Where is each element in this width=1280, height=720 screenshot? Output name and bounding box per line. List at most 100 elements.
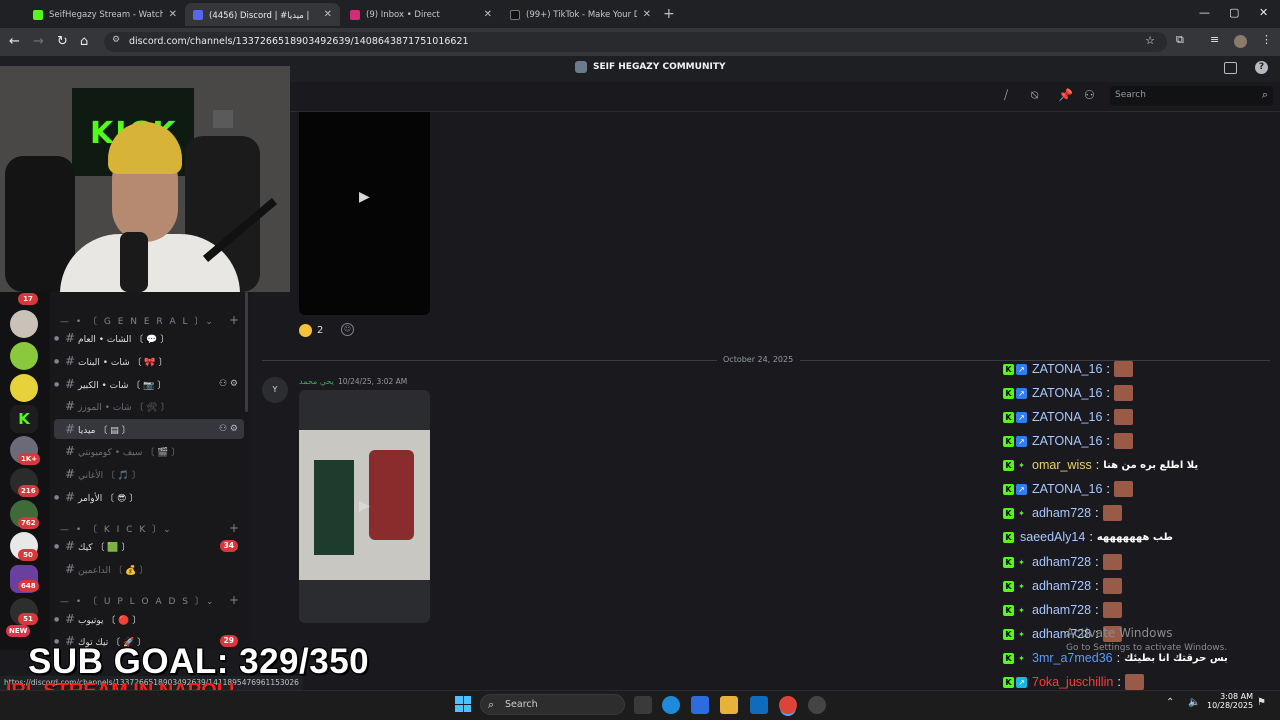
threads-icon[interactable]: ⧸ <box>1004 88 1008 103</box>
rail-badge: 216 <box>18 485 39 497</box>
create-channel-button[interactable]: + <box>229 313 239 327</box>
chat-separator: : <box>1095 603 1099 617</box>
close-icon[interactable]: ✕ <box>484 9 492 20</box>
add-reaction-button[interactable]: ☺ <box>341 323 354 336</box>
media-icon[interactable]: ≡ <box>1210 33 1219 46</box>
taskbar-search[interactable]: ⌕ Search <box>480 694 625 715</box>
server-icon <box>575 61 587 73</box>
emote-icon <box>1113 481 1133 497</box>
emote-icon <box>1113 409 1133 425</box>
channel-item[interactable]: ● # شات • الكبير 〔 📷 〕 ⚇ ⚙ <box>54 374 244 394</box>
profile-avatar[interactable] <box>1234 35 1247 48</box>
message-author[interactable]: يحي محمد <box>299 377 334 386</box>
taskbar-clock[interactable]: 3:08 AM 10/28/2025 <box>1207 692 1253 710</box>
menu-icon[interactable]: ⋮ <box>1261 33 1272 46</box>
hash-icon: # <box>64 539 76 553</box>
channel-item[interactable]: # الأغاني 〔 🎵 〕 <box>54 464 244 484</box>
category-kick[interactable]: — • 〔 K I C K 〕⌄ <box>60 522 173 535</box>
avatar[interactable]: Y <box>262 377 288 403</box>
server-icon[interactable] <box>10 310 38 338</box>
emote-icon <box>1113 385 1133 401</box>
close-window-button[interactable]: ✕ <box>1259 6 1268 19</box>
tab-tiktok[interactable]: (99+) TikTok - Make Your Day ✕ <box>502 3 659 26</box>
tab-discord[interactable]: (4456) Discord | #ميديا | 〔 ▤ 〕 ✕ <box>185 3 340 26</box>
channel-item-selected[interactable]: # ميديا 〔 ▤ 〕 ⚇ ⚙ <box>54 419 244 439</box>
notification-bell-muted-icon[interactable]: ⍉ <box>1031 88 1038 103</box>
extensions-icon[interactable]: ⧉ <box>1176 33 1184 47</box>
outlook-icon[interactable] <box>750 696 768 714</box>
chat-separator: : <box>1106 386 1110 400</box>
channel-item[interactable]: ● # كيك 〔 🟩 〕 34 <box>54 536 244 556</box>
close-icon[interactable]: ✕ <box>324 9 332 20</box>
create-channel-button[interactable]: + <box>229 593 239 607</box>
file-explorer-icon[interactable] <box>720 696 738 714</box>
channel-item[interactable]: ● # يوتيوب 〔 🔴 〕 <box>54 609 244 629</box>
store-icon[interactable] <box>691 696 709 714</box>
tray-overflow-icon[interactable]: ⌃ <box>1166 697 1174 708</box>
channel-item[interactable]: # شات • الموزز 〔 🛠 〕 <box>54 396 244 416</box>
back-icon[interactable]: ← <box>9 34 20 49</box>
video-attachment[interactable] <box>299 112 430 315</box>
chat-username: adham728 <box>1032 555 1092 569</box>
settings-gear-icon[interactable]: ⚇ ⚙ <box>219 379 238 389</box>
rail-badge: 1K+ <box>18 453 41 465</box>
search-input[interactable]: Search ⌕ <box>1110 86 1273 106</box>
new-tab-button[interactable]: + <box>663 6 675 22</box>
kick-badge-icon: K <box>1003 676 1014 688</box>
bullet-icon: ● <box>54 493 60 501</box>
obs-icon[interactable] <box>808 696 826 714</box>
chrome-icon[interactable] <box>779 696 797 714</box>
members-icon[interactable]: ⚇ <box>1084 88 1095 102</box>
channel-item[interactable]: ● # شات • البنات 〔 🎀 〕 <box>54 351 244 371</box>
server-icon[interactable] <box>10 374 38 402</box>
webcam-overlay: KICK <box>0 66 290 292</box>
maximize-button[interactable]: ▢ <box>1229 6 1239 19</box>
channel-item[interactable]: ● # الشات • العام 〔 💬 〕 <box>54 328 244 348</box>
play-icon[interactable]: ▶ <box>359 498 370 514</box>
bookmark-star-icon[interactable]: ☆ <box>1145 34 1155 47</box>
channel-item[interactable]: # سيف • كوميونتي 〔 🎬 〕 <box>54 441 244 461</box>
volume-icon[interactable]: 🔈 <box>1188 697 1200 708</box>
address-bar[interactable]: ⚙ discord.com/channels/13372665189034926… <box>104 32 1167 52</box>
help-icon[interactable]: ? <box>1255 61 1268 74</box>
category-general[interactable]: — • 〔 G E N E R A L 〕⌄ <box>60 314 215 327</box>
subscriber-badge-icon: ↗ <box>1016 411 1027 423</box>
rail-badge: 648 <box>18 580 39 592</box>
server-icon[interactable] <box>10 342 38 370</box>
chat-message: K ↗ ZATONA_16: <box>1003 431 1133 451</box>
inbox-icon[interactable] <box>1224 62 1237 74</box>
reaction-laugh[interactable]: 2 <box>299 321 323 339</box>
windows-start-icon[interactable] <box>455 696 471 712</box>
site-info-icon[interactable]: ⚙ <box>112 35 120 45</box>
close-icon[interactable]: ✕ <box>643 9 651 20</box>
chat-message: K ↗ ZATONA_16: <box>1003 359 1133 379</box>
server-icon[interactable]: K <box>10 405 38 433</box>
scrollbar[interactable] <box>245 292 248 412</box>
forward-icon[interactable]: → <box>33 34 44 49</box>
minimize-button[interactable]: — <box>1199 6 1210 19</box>
create-channel-button[interactable]: + <box>229 521 239 535</box>
pin-icon[interactable]: 📌 <box>1058 88 1073 102</box>
reload-icon[interactable]: ↻ <box>57 34 68 49</box>
tab-instagram[interactable]: (9) Inbox • Direct ✕ <box>342 3 500 26</box>
chat-message: K ✦ adham728: <box>1003 503 1122 523</box>
close-icon[interactable]: ✕ <box>169 9 177 20</box>
category-uploads[interactable]: — • 〔 U P L O A D S 〕⌄ <box>60 594 215 607</box>
kick-badge-icon: K <box>1003 556 1014 568</box>
channel-item[interactable]: ● # الأوامر 〔 😎 〕 <box>54 487 244 507</box>
settings-gear-icon[interactable]: ⚇ ⚙ <box>219 424 238 434</box>
edge-icon[interactable] <box>662 696 680 714</box>
hash-icon: # <box>64 354 76 368</box>
play-icon[interactable]: ▶ <box>359 189 370 205</box>
chat-separator: : <box>1116 651 1121 665</box>
notification-icon[interactable]: ⚑ <box>1257 697 1266 708</box>
task-view-icon[interactable] <box>634 696 652 714</box>
tab-kick[interactable]: SeifHegazy Stream - Watch Live ✕ <box>25 3 185 26</box>
chat-message: K ✦ adham728: <box>1003 552 1122 572</box>
channel-item[interactable]: # الداعمين 〔 💰 〕 <box>54 559 244 579</box>
chat-separator: : <box>1095 506 1099 520</box>
chat-username: ZATONA_16 <box>1032 482 1103 496</box>
subscriber-badge-icon: ✦ <box>1018 581 1025 591</box>
home-icon[interactable]: ⌂ <box>80 34 88 49</box>
bullet-icon: ● <box>54 357 60 365</box>
